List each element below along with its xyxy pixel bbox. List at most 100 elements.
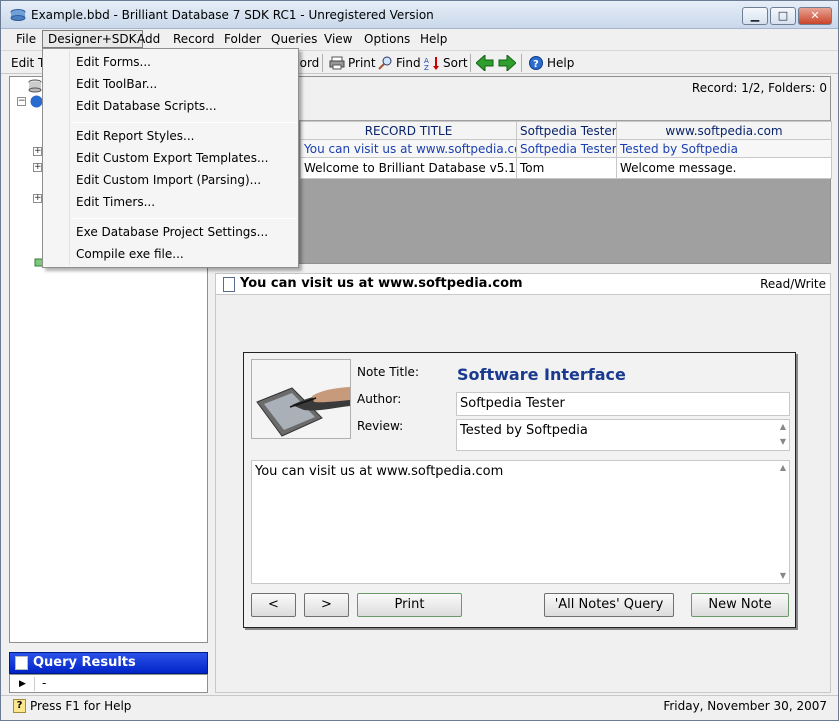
column-header[interactable]: RECORD TITLE xyxy=(300,121,517,140)
menu-queries[interactable]: Queries xyxy=(266,30,322,48)
query-results-header[interactable]: Query Results xyxy=(9,652,208,674)
row-pointer-icon: ▶ xyxy=(13,677,35,691)
toolbar-find-label: Find xyxy=(396,56,421,70)
close-button[interactable]: ✕ xyxy=(798,7,832,25)
toolbar-print-label: Print xyxy=(348,56,376,70)
menu-item-edit-export-templates[interactable]: Edit Custom Export Templates... xyxy=(76,147,268,169)
menu-designer-sdk[interactable]: Designer+SDK xyxy=(42,30,143,48)
query-results-title: Query Results xyxy=(33,655,136,670)
toolbar-separator xyxy=(322,54,323,72)
toolbar-help-button[interactable]: ? Help xyxy=(528,54,574,72)
menu-item-exe-project-settings[interactable]: Exe Database Project Settings... xyxy=(76,221,268,243)
toolbar-print-button[interactable]: Print xyxy=(329,54,376,72)
scroll-up-icon[interactable]: ▲ xyxy=(780,422,786,431)
note-form: Note Title: Software Interface Author: S… xyxy=(243,352,796,628)
author-field[interactable]: Softpedia Tester xyxy=(456,392,790,416)
tablet-photo-image xyxy=(252,360,350,438)
menu-item-edit-report-styles[interactable]: Edit Report Styles... xyxy=(76,125,194,147)
magnifier-icon xyxy=(378,56,392,70)
table-row[interactable]: You can visit us at www.softpedia.com So… xyxy=(300,139,832,158)
help-question-icon: ? xyxy=(13,699,26,713)
menu-bar: File Designer+SDK Add Record Folder Quer… xyxy=(1,29,838,49)
next-button[interactable]: > xyxy=(304,593,349,617)
review-text: Tested by Softpedia xyxy=(460,423,588,438)
app-window: Example.bbd - Brilliant Database 7 SDK R… xyxy=(0,0,839,721)
menu-separator xyxy=(72,122,297,123)
note-document-icon xyxy=(223,277,235,292)
forward-arrow-icon[interactable] xyxy=(498,55,516,71)
database-icon xyxy=(28,79,42,93)
toolbar-find-button[interactable]: Find xyxy=(377,54,421,72)
help-icon: ? xyxy=(529,56,543,70)
window-title: Example.bbd - Brilliant Database 7 SDK R… xyxy=(31,8,434,22)
toolbar-edit-button[interactable]: Edit T xyxy=(11,54,45,72)
print-button[interactable]: Print xyxy=(357,593,462,617)
toolbar-separator xyxy=(521,54,522,72)
menu-add[interactable]: Add xyxy=(132,30,165,48)
menu-options[interactable]: Options xyxy=(359,30,415,48)
status-bar: ? Press F1 for Help Friday, November 30,… xyxy=(1,695,838,720)
tree-expand-toggle[interactable]: + xyxy=(33,147,42,156)
toolbar-sort-button[interactable]: A Z Sort xyxy=(424,54,468,72)
tree-collapse-toggle[interactable]: − xyxy=(17,97,26,106)
printer-icon xyxy=(329,56,345,70)
maximize-button[interactable]: □ xyxy=(770,7,796,25)
menu-view[interactable]: View xyxy=(319,30,357,48)
title-bar: Example.bbd - Brilliant Database 7 SDK R… xyxy=(1,1,838,29)
scroll-down-icon[interactable]: ▼ xyxy=(780,437,786,446)
query-row-value: - xyxy=(42,676,47,690)
menu-record[interactable]: Record xyxy=(168,30,219,48)
toolbar-separator xyxy=(470,54,471,72)
note-header-title: You can visit us at www.softpedia.com xyxy=(240,276,523,291)
tree-expand-toggle[interactable]: + xyxy=(33,194,42,203)
status-help-text: Press F1 for Help xyxy=(30,699,132,713)
scroll-up-icon[interactable]: ▲ xyxy=(780,463,786,472)
menu-item-edit-timers[interactable]: Edit Timers... xyxy=(76,191,155,213)
table-cell: Welcome to Brilliant Database v5.1! xyxy=(300,157,517,179)
table-cell: Tom xyxy=(516,157,617,179)
svg-text:?: ? xyxy=(533,59,539,70)
menu-item-edit-toolbar[interactable]: Edit ToolBar... xyxy=(76,73,157,95)
svg-text:Z: Z xyxy=(424,64,429,70)
note-body-field[interactable]: You can visit us at www.softpedia.com ▲ … xyxy=(251,460,790,584)
review-label: Review: xyxy=(357,419,404,433)
back-arrow-icon[interactable] xyxy=(476,55,494,71)
menu-folder[interactable]: Folder xyxy=(219,30,266,48)
menu-help[interactable]: Help xyxy=(415,30,452,48)
menu-item-compile-exe[interactable]: Compile exe file... xyxy=(76,243,184,265)
database-app-icon xyxy=(10,9,26,21)
previous-button[interactable]: < xyxy=(251,593,296,617)
menu-separator xyxy=(72,218,297,219)
table-header-row: RECORD TITLE Softpedia Tester www.softpe… xyxy=(300,121,832,140)
records-table: RECORD TITLE Softpedia Tester www.softpe… xyxy=(300,121,832,179)
table-cell: Welcome message. xyxy=(616,157,832,179)
column-header[interactable]: www.softpedia.com xyxy=(616,121,832,140)
review-field[interactable]: Tested by Softpedia ▲ ▼ xyxy=(456,419,790,451)
tree-expand-toggle[interactable]: + xyxy=(33,163,42,172)
records-header: ! Record: 1/2, Folders: 0 xyxy=(216,77,830,120)
menu-item-edit-custom-import[interactable]: Edit Custom Import (Parsing)... xyxy=(76,169,261,191)
menu-gutter xyxy=(69,51,70,265)
menu-item-edit-database-scripts[interactable]: Edit Database Scripts... xyxy=(76,95,217,117)
table-row[interactable]: Welcome to Brilliant Database v5.1! Tom … xyxy=(300,157,832,179)
table-cell: Tested by Softpedia xyxy=(616,139,832,158)
note-header: You can visit us at www.softpedia.com Re… xyxy=(215,273,831,295)
menu-file[interactable]: File xyxy=(11,30,41,48)
column-header[interactable]: Softpedia Tester xyxy=(516,121,617,140)
menu-item-edit-forms[interactable]: Edit Forms... xyxy=(76,51,151,73)
new-note-button[interactable]: New Note xyxy=(691,593,789,617)
scroll-down-icon[interactable]: ▼ xyxy=(780,571,786,580)
designer-sdk-menu: Edit Forms... Edit ToolBar... Edit Datab… xyxy=(42,48,299,268)
query-results-row[interactable]: ▶ - xyxy=(9,674,208,693)
all-notes-query-button[interactable]: 'All Notes' Query xyxy=(544,593,674,617)
record-count: Record: 1/2, Folders: 0 xyxy=(691,81,827,95)
note-body-text: You can visit us at www.softpedia.com xyxy=(255,464,504,479)
toolbar-sort-label: Sort xyxy=(443,56,468,70)
author-label: Author: xyxy=(357,392,402,406)
query-results-icon xyxy=(15,656,28,670)
table-cell: Softpedia Tester xyxy=(516,139,617,158)
note-mode: Read/Write xyxy=(760,277,826,291)
note-title-value[interactable]: Software Interface xyxy=(457,365,626,384)
minimize-button[interactable]: ▁ xyxy=(742,7,768,25)
status-date: Friday, November 30, 2007 xyxy=(663,699,827,713)
